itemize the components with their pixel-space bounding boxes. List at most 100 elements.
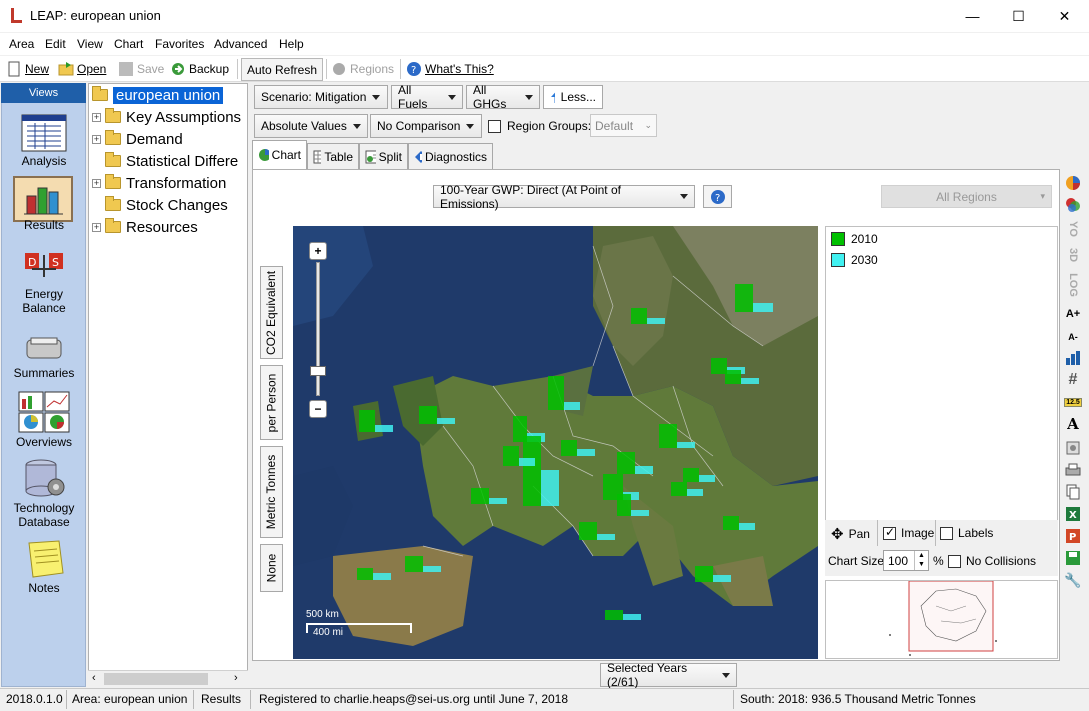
tab-split[interactable]: Split (359, 143, 408, 169)
metric-select[interactable]: 100-Year GWP: Direct (At Point of Emissi… (433, 183, 695, 211)
view-energy-balance[interactable]: DS Energy Balance (4, 251, 84, 315)
color-palette-icon[interactable] (1062, 196, 1084, 214)
menu-edit[interactable]: Edit (45, 37, 66, 51)
powerpoint-export-icon[interactable]: P (1062, 527, 1084, 545)
view-results-label: Results (23, 218, 64, 232)
tab-table[interactable]: Table (307, 143, 359, 169)
region-groups-toggle[interactable]: Region Groups: (488, 119, 591, 133)
view-summaries[interactable]: Summaries (4, 334, 84, 380)
whats-this-button[interactable]: ? What's This? (406, 59, 494, 79)
tab-chart[interactable]: Chart (252, 140, 307, 169)
bar-2010 (695, 566, 713, 582)
menu-advanced[interactable]: Advanced (214, 37, 267, 51)
expand-plus-icon[interactable]: + (92, 112, 101, 122)
print-icon[interactable] (1062, 461, 1084, 479)
menu-view[interactable]: View (77, 37, 103, 51)
yo-toggle[interactable]: YO (1064, 218, 1082, 240)
image-export-icon[interactable] (1062, 439, 1084, 457)
units-select[interactable]: Absolute Values (254, 114, 368, 138)
zoom-slider-thumb[interactable] (310, 366, 326, 376)
settings-wrench-icon[interactable]: 🔧 (1062, 571, 1084, 589)
regions-button[interactable]: Regions (331, 59, 394, 79)
close-button[interactable]: ✕ (1042, 0, 1087, 32)
overview-minimap[interactable] (825, 580, 1058, 659)
metric-tonnes-button[interactable]: Metric Tonnes (260, 446, 283, 538)
no-collisions-toggle[interactable]: No Collisions (948, 554, 1036, 568)
menu-favorites[interactable]: Favorites (155, 37, 204, 51)
expand-plus-icon[interactable]: + (92, 222, 101, 232)
tree-item-statistical-differences[interactable]: Statistical Differe (92, 150, 248, 172)
open-button[interactable]: Open (58, 59, 106, 79)
font-settings-icon[interactable]: A (1062, 415, 1084, 433)
new-button[interactable]: New (6, 59, 49, 79)
spinner-arrows-icon[interactable]: ▲ ▼ (914, 551, 928, 570)
menu-help[interactable]: Help (279, 37, 304, 51)
scenario-select[interactable]: Scenario: Mitigation (254, 85, 388, 109)
labels-toggle[interactable]: Labels (940, 526, 993, 540)
europe-emissions-map[interactable]: + − 500 km 400 mi (293, 226, 818, 659)
scrollbar-thumb[interactable] (104, 673, 208, 685)
font-smaller-icon[interactable]: A- (1062, 328, 1084, 346)
save-button[interactable]: Save (118, 59, 164, 79)
view-technology-database[interactable]: Technology Database (4, 457, 84, 529)
view-results[interactable]: Results (4, 180, 84, 232)
less-label: Less... (560, 90, 596, 104)
tree-root-european-union[interactable]: european union (92, 84, 224, 106)
scroll-right-icon[interactable]: › (234, 672, 238, 684)
pan-move-icon: ✥ (831, 526, 844, 543)
scroll-left-icon[interactable]: ‹ (92, 672, 96, 684)
fuels-select[interactable]: All Fuels (391, 83, 463, 111)
3d-toggle[interactable]: 3D (1064, 244, 1082, 266)
tree-item-demand[interactable]: + Demand (92, 128, 183, 150)
bar-2010 (725, 370, 741, 384)
zoom-out-button[interactable]: − (309, 400, 327, 418)
bar-2010 (359, 410, 375, 432)
font-larger-icon[interactable]: A+ (1062, 305, 1084, 323)
tree-item-stock-changes[interactable]: Stock Changes (92, 194, 228, 216)
pan-button[interactable]: ✥ Pan (831, 525, 870, 543)
save-favorite-icon[interactable] (1062, 549, 1084, 567)
selected-years-select[interactable]: Selected Years (2/61) (600, 661, 737, 689)
grid-hash-icon[interactable]: # (1062, 371, 1084, 389)
tree-item-label: Key Assumptions (126, 108, 242, 126)
region-groups-checkbox[interactable] (488, 119, 501, 133)
tree-item-key-assumptions[interactable]: + Key Assumptions (92, 106, 241, 128)
comparison-select[interactable]: No Comparison (370, 114, 482, 138)
regions-select[interactable]: All Regions ▾ (881, 185, 1052, 208)
log-toggle[interactable]: LOG (1064, 273, 1082, 297)
metric-help-button[interactable]: ? (703, 185, 732, 208)
backup-button[interactable]: Backup (170, 59, 229, 79)
tab-diagnostics[interactable]: Diagnostics (408, 143, 493, 169)
chart-size-input[interactable]: 100 ▲ ▼ (883, 550, 929, 571)
save-disk-icon (118, 61, 134, 77)
menu-chart[interactable]: Chart (114, 37, 143, 51)
less-button[interactable]: Less... (543, 85, 603, 109)
region-groups-select[interactable]: Default ⌄ (590, 114, 657, 137)
expand-plus-icon[interactable]: + (92, 178, 101, 188)
maximize-button[interactable]: ☐ (996, 0, 1041, 32)
co2-equivalent-button[interactable]: CO2 Equivalent (260, 266, 283, 359)
auto-refresh-button[interactable]: Auto Refresh (241, 58, 323, 81)
image-checkbox[interactable] (883, 525, 896, 540)
excel-export-icon[interactable]: X (1062, 505, 1084, 523)
image-toggle[interactable]: Image (883, 525, 934, 540)
expand-plus-icon[interactable]: + (92, 134, 101, 144)
view-overviews[interactable]: Overviews (4, 391, 84, 449)
ghgs-select[interactable]: All GHGs (466, 83, 540, 111)
zoom-in-button[interactable]: + (309, 242, 327, 260)
number-format-icon[interactable]: 12.5 (1062, 393, 1084, 411)
view-analysis[interactable]: Analysis (4, 114, 84, 168)
tree-item-transformation[interactable]: + Transformation (92, 172, 226, 194)
chart-type-icon[interactable] (1062, 349, 1084, 367)
minimize-button[interactable]: — (950, 0, 995, 32)
menu-area[interactable]: Area (9, 37, 34, 51)
per-person-button[interactable]: per Person (260, 365, 283, 440)
view-notes[interactable]: Notes (4, 539, 84, 595)
copy-icon[interactable] (1062, 483, 1084, 501)
no-collisions-checkbox[interactable] (948, 554, 961, 568)
none-button[interactable]: None (260, 544, 283, 592)
tree-horizontal-scrollbar[interactable]: ‹ › (88, 670, 248, 687)
pie-chart-tool-icon[interactable] (1062, 174, 1084, 192)
labels-checkbox[interactable] (940, 526, 953, 540)
tree-item-resources[interactable]: + Resources (92, 216, 198, 238)
